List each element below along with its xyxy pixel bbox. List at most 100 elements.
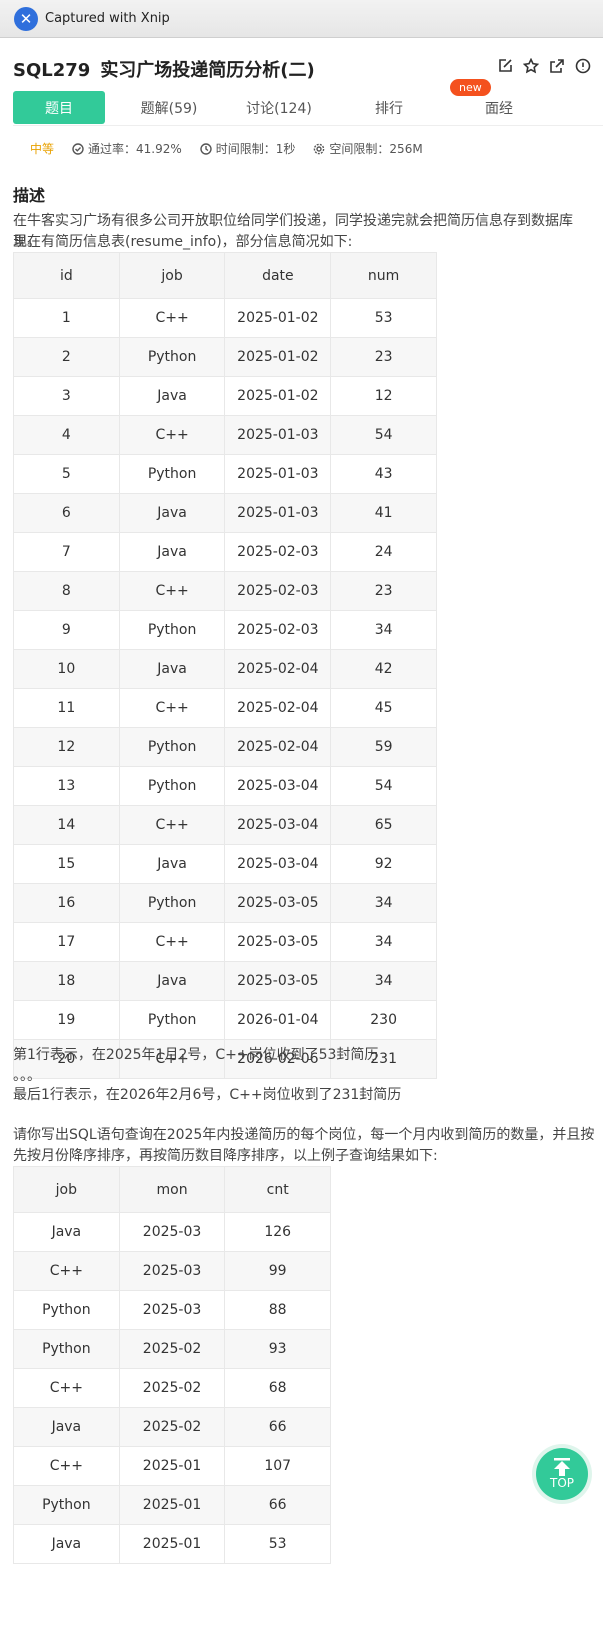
table-cell: Python (118, 610, 226, 650)
table-cell: 2025-01-02 (224, 376, 332, 416)
page-title: SQL279 实习广场投递简历分析(二) (13, 56, 315, 82)
table-cell: 41 (330, 493, 437, 533)
table-cell: 4 (13, 415, 120, 455)
table-row: 4 C++ 2025-01-03 54 (13, 415, 437, 455)
table-row: 6 Java 2025-01-03 41 (13, 493, 437, 533)
table-cell: 2025-02 (118, 1329, 226, 1369)
table-row: Python 2025-03 88 (13, 1290, 331, 1330)
query-line-2: 先按月份降序排序，再按简历数目降序排序，以上例子查询结果如下: (13, 1148, 438, 1164)
space-limit: 空间限制：256M (313, 140, 423, 157)
back-to-top-button[interactable]: TOP (536, 1448, 588, 1500)
pass-rate: 通过率：41.92% (72, 140, 182, 157)
table-cell: 2025-03-05 (224, 883, 332, 923)
gear-icon (314, 143, 325, 154)
explanation-ellipsis: 。。。 (13, 1068, 41, 1084)
table-cell: 2025-01-03 (224, 415, 332, 455)
table-cell: 8 (13, 571, 120, 611)
difficulty-label: 中等 (30, 142, 55, 156)
table-row: 10 Java 2025-02-04 42 (13, 649, 437, 689)
question-tabs: 题目 题解(59) 讨论(124) 排行 面经 new (13, 79, 603, 126)
tab-question[interactable]: 题目 (13, 91, 105, 124)
table-cell: 15 (13, 844, 120, 884)
table-cell: Python (118, 337, 226, 377)
table-cell: Java (118, 532, 226, 572)
description-line-2: 现在有简历信息表(resume_info)，部分信息简况如下: (13, 234, 353, 250)
table-cell: 43 (330, 454, 437, 494)
table-row: 15 Java 2025-03-04 92 (13, 844, 437, 884)
time-limit: 时间限制：1秒 (200, 140, 295, 157)
table-row: Python 2025-01 66 (13, 1485, 331, 1525)
titlebar-text: Captured with Xnip (45, 11, 170, 26)
table-row: 17 C++ 2025-03-05 34 (13, 922, 437, 962)
table-cell: Java (118, 649, 226, 689)
table-cell: 1 (13, 298, 120, 338)
table-cell: 54 (330, 766, 437, 806)
xnip-logo-icon: ✕ (14, 6, 38, 31)
table-cell: Python (13, 1485, 120, 1525)
table-row: C++ 2025-02 68 (13, 1368, 331, 1408)
table-cell: 2025-02-04 (224, 649, 332, 689)
table-cell: 42 (330, 649, 437, 689)
table-cell: 6 (13, 493, 120, 533)
pass-rate-text: 通过率：41.92% (88, 142, 182, 156)
table-row: 5 Python 2025-01-03 43 (13, 454, 437, 494)
table-cell: 53 (330, 298, 437, 338)
new-badge: new (450, 79, 491, 96)
question-header: SQL279 实习广场投递简历分析(二) (13, 54, 603, 84)
table-cell: C++ (118, 688, 226, 728)
table-cell: 107 (224, 1446, 331, 1486)
table-cell: 2025-03-05 (224, 922, 332, 962)
table-cell: 2025-02-03 (224, 571, 332, 611)
table-cell: 45 (330, 688, 437, 728)
query-line-1: 请你写出SQL语句查询在2025年内投递简历的每个岗位，每一个月内收到简历的数量… (13, 1127, 595, 1143)
table-cell: C++ (13, 1251, 120, 1291)
table-cell: 2025-03 (118, 1290, 226, 1330)
explanation-line-1: 第1行表示，在2025年1月2号，C++岗位收到了53封简历 (13, 1047, 379, 1063)
table-cell: 24 (330, 532, 437, 572)
table-header-cell: mon (118, 1166, 226, 1213)
tab-ranking[interactable]: 排行 (343, 91, 435, 124)
table-row: 13 Python 2025-03-04 54 (13, 766, 437, 806)
share-icon[interactable] (549, 58, 565, 74)
table-row: C++ 2025-01 107 (13, 1446, 331, 1486)
report-icon[interactable] (575, 58, 591, 74)
table-cell: 126 (224, 1212, 331, 1252)
star-icon[interactable] (523, 58, 539, 74)
table-cell: 88 (224, 1290, 331, 1330)
table-row: 14 C++ 2025-03-04 65 (13, 805, 437, 845)
table-row: Java 2025-01 53 (13, 1524, 331, 1564)
table-header-cell: date (224, 252, 332, 299)
table-cell: 2025-01-02 (224, 298, 332, 338)
table-cell: 10 (13, 649, 120, 689)
table-header-cell: job (118, 252, 226, 299)
table-row: 16 Python 2025-03-05 34 (13, 883, 437, 923)
table-cell: 2025-03 (118, 1251, 226, 1291)
table-cell: 5 (13, 454, 120, 494)
table-header-cell: cnt (224, 1166, 331, 1213)
table-cell: 2025-01 (118, 1446, 226, 1486)
table-cell: 2025-01 (118, 1524, 226, 1564)
table-cell: 12 (330, 376, 437, 416)
table-cell: 3 (13, 376, 120, 416)
table-cell: Python (118, 883, 226, 923)
table-cell: 2025-01 (118, 1485, 226, 1525)
table-cell: Python (118, 1000, 226, 1040)
table-cell: Java (118, 844, 226, 884)
table-cell: 18 (13, 961, 120, 1001)
question-actions (497, 58, 591, 74)
top-label: TOP (549, 1476, 574, 1490)
table-cell: 2025-02-04 (224, 688, 332, 728)
table-cell: 2026-01-04 (224, 1000, 332, 1040)
table-cell: 53 (224, 1524, 331, 1564)
edit-icon[interactable] (497, 58, 513, 74)
tab-discussion[interactable]: 讨论(124) (233, 91, 325, 124)
table-cell: C++ (118, 805, 226, 845)
table-row: 12 Python 2025-02-04 59 (13, 727, 437, 767)
table-cell: 66 (224, 1485, 331, 1525)
table-cell: 34 (330, 883, 437, 923)
table-row: 7 Java 2025-02-03 24 (13, 532, 437, 572)
window-titlebar: ✕ Captured with Xnip (0, 0, 603, 38)
table-cell: 2025-01-03 (224, 493, 332, 533)
tab-solutions[interactable]: 题解(59) (123, 91, 215, 124)
table-cell: 2 (13, 337, 120, 377)
